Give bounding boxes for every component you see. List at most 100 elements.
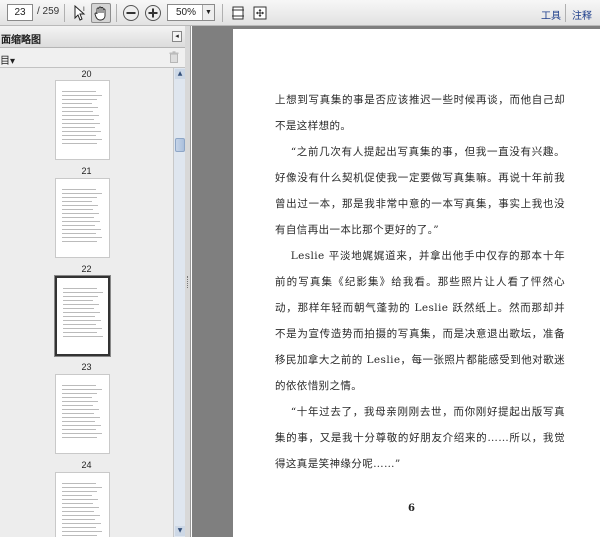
thumbnail-text-line (62, 135, 96, 136)
full-screen-icon[interactable] (250, 3, 270, 23)
thumbnail-text-line (62, 433, 102, 434)
fit-page-icon[interactable] (228, 3, 248, 23)
thumbnail-text-line (62, 111, 93, 112)
toolbar-separator (565, 4, 566, 22)
thumbnail-text-line (62, 413, 94, 414)
thumbnail-text-line (62, 409, 99, 410)
thumbnail-text-line (62, 429, 96, 430)
thumbnail-text-line (62, 397, 92, 398)
thumbnail-scrollbar[interactable]: ▲ ▼ (173, 68, 185, 537)
thumbnail-text-line (62, 103, 92, 104)
thumbnail-text-line (62, 201, 92, 202)
page-total: / 259 (37, 6, 60, 17)
thumbnail-text-line (63, 328, 102, 329)
thumbnail-text-line (62, 385, 96, 386)
panel-splitter[interactable] (185, 26, 191, 537)
panel-header: 面缩略图 ◂ (0, 26, 185, 48)
thumbnail-text-line (62, 131, 101, 132)
scroll-up-icon[interactable]: ▲ (175, 69, 185, 79)
page-number: 6 (408, 503, 415, 514)
tools-button[interactable]: 工具 (541, 7, 561, 22)
thumbnail-text-line (62, 229, 101, 230)
page-thumbnail-selected[interactable] (55, 276, 110, 356)
thumbnail-text-line (62, 205, 98, 206)
scrollbar-thumb[interactable] (175, 138, 185, 152)
comment-button[interactable]: 注释 (572, 7, 592, 22)
thumbnail-text-line (62, 523, 101, 524)
thumbnail-text-line (62, 95, 102, 96)
thumbnail-text-line (63, 312, 100, 313)
thumbnail-text-line (62, 483, 96, 484)
thumbnail-text-line (62, 237, 102, 238)
thumbnail-text-line (62, 91, 96, 92)
thumbnail-text-line (63, 296, 98, 297)
page-thumbnail[interactable] (55, 374, 110, 454)
thumbnail-text-line (62, 99, 97, 100)
chevron-down-icon[interactable]: ▼ (202, 5, 214, 20)
thumbnail-text-line (63, 300, 93, 301)
thumbnail-text-line (62, 519, 95, 520)
thumbnail-text-line (62, 491, 97, 492)
thumbnail-text-line (62, 527, 96, 528)
toolbar-separator (64, 4, 65, 22)
hand-tool-icon[interactable] (91, 3, 111, 23)
thumbnail-text-line (62, 225, 95, 226)
thumbnail-label: 22 (81, 264, 92, 274)
thumbnail-text-line (62, 401, 98, 402)
thumbnails-panel: 面缩略图 ◂ 目▾ 20 21 22 23 24 ▲ ▼ (0, 26, 185, 537)
thumbnail-text-line (62, 405, 93, 406)
thumbnail-text-line (62, 193, 102, 194)
thumbnail-text-line (62, 115, 99, 116)
thumbnail-text-line (62, 119, 94, 120)
paragraph: Leslie 平淡地娓娓道来，并拿出他手中仅存的那本十年前的写真集《纪影集》给我… (275, 250, 565, 392)
thumbnail-text-line (63, 304, 99, 305)
thumbnail-label: 24 (81, 460, 92, 470)
thumbnail-text-line (62, 123, 100, 124)
thumbnail-list[interactable]: 20 21 22 23 24 (0, 68, 173, 537)
zoom-out-icon[interactable] (121, 3, 141, 23)
page-thumbnail[interactable] (55, 80, 110, 160)
thumbnail-text-line (62, 143, 97, 144)
toolbar-separator (222, 4, 223, 22)
panel-options-bar: 目▾ (0, 48, 185, 68)
thumbnail-text-line (62, 531, 102, 532)
options-menu[interactable]: 目▾ (0, 52, 15, 67)
thumbnail-text-line (62, 507, 99, 508)
thumbnail-text-line (62, 107, 98, 108)
thumbnail-text-line (62, 233, 96, 234)
paragraph: “之前几次有人提起出写真集的事，但我一直没有兴趣。好像没有什么契机促使我一定要做… (275, 146, 565, 236)
thumbnail-text-line (63, 320, 101, 321)
thumbnail-text-line (63, 308, 94, 309)
thumbnail-text-line (62, 217, 94, 218)
thumbnail-text-line (63, 324, 96, 325)
thumbnail-text-line (62, 503, 93, 504)
thumbnail-text-line (62, 515, 100, 516)
page-number-input[interactable]: 23 (7, 4, 33, 21)
scroll-down-icon[interactable]: ▼ (175, 526, 185, 536)
zoom-level-select[interactable]: 50% ▼ (167, 4, 215, 21)
thumbnail-text-line (62, 487, 102, 488)
paragraph: 上想到写真集的事是否应该推迟一些时候再谈，而他自己却不是这样想的。 (275, 94, 565, 132)
thumbnail-text-line (62, 437, 97, 438)
thumbnail-text-line (62, 213, 99, 214)
thumbnail-label: 23 (81, 362, 92, 372)
collapse-panel-icon[interactable]: ◂ (172, 31, 182, 42)
page-thumbnail[interactable] (55, 472, 110, 537)
thumbnail-text-line (62, 189, 96, 190)
splitter-grip[interactable] (187, 276, 189, 288)
thumbnail-text-line (62, 127, 95, 128)
select-cursor-icon[interactable]: I (70, 3, 90, 23)
panel-title: 面缩略图 (1, 35, 41, 46)
toolbar: 23 / 259 I 50% ▼ 工具 注释 (0, 0, 600, 26)
page-body: 上想到写真集的事是否应该推迟一些时候再谈，而他自己却不是这样想的。 “之前几次有… (275, 87, 565, 477)
thumbnail-text-line (63, 336, 103, 337)
thumbnail-text-line (62, 209, 93, 210)
trash-icon[interactable] (169, 51, 179, 63)
toolbar-separator (116, 4, 117, 22)
svg-text:I: I (83, 6, 85, 13)
page-thumbnail[interactable] (55, 178, 110, 258)
thumbnail-text-line (62, 535, 97, 536)
thumbnail-text-line (62, 421, 95, 422)
zoom-in-icon[interactable] (143, 3, 163, 23)
thumbnail-text-line (62, 241, 97, 242)
